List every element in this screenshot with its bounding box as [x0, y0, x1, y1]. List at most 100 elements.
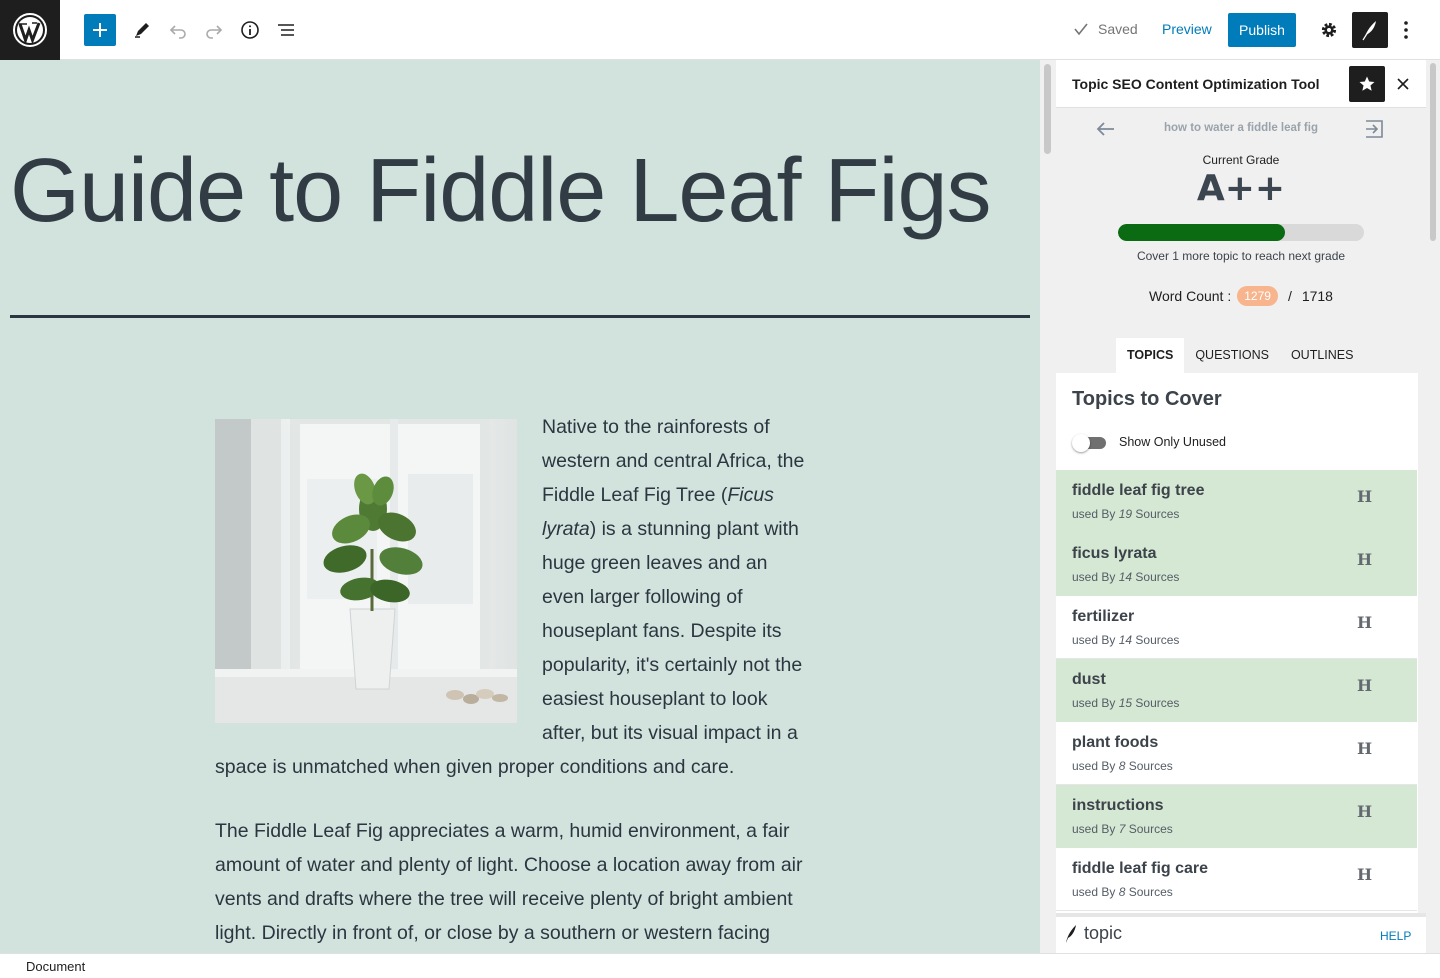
star-icon: [1359, 76, 1375, 91]
sidebar-header: Topic SEO Content Optimization Tool: [1056, 60, 1426, 108]
brand-name: topic: [1084, 923, 1123, 943]
window-plant-illustration: [215, 419, 517, 723]
current-grade-label: Current Grade: [1202, 153, 1280, 167]
source-count: 8: [1118, 885, 1126, 899]
sign-out-icon: [1366, 120, 1383, 138]
scrollbar-thumb[interactable]: [1430, 63, 1436, 241]
topic-row[interactable]: fiddle leaf fig tree used By 19 Sources H: [1056, 470, 1417, 533]
heading-marker-icon[interactable]: H: [1357, 739, 1372, 758]
plus-icon: [93, 23, 107, 37]
topic-plugin-button[interactable]: [1352, 12, 1388, 48]
topic-name: fiddle leaf fig care: [1072, 860, 1209, 877]
close-sidebar-button[interactable]: [1391, 72, 1415, 96]
heading-marker-icon[interactable]: H: [1357, 487, 1372, 506]
sidebar-tabs: TOPICS QUESTIONS OUTLINES: [1116, 338, 1364, 373]
publish-button[interactable]: Publish: [1228, 13, 1296, 47]
sidebar-scrollbar[interactable]: [1426, 60, 1440, 953]
edit-tools-button[interactable]: [126, 14, 158, 46]
toggle-knob: [1072, 434, 1090, 452]
topic-list: fiddle leaf fig tree used By 19 Sources Hf…: [1056, 470, 1417, 911]
used-by-prefix: used By: [1072, 696, 1116, 710]
topic-sources: used By 15 Sources: [1072, 696, 1179, 710]
add-block-button[interactable]: [84, 14, 116, 46]
arrow-left-icon: [1096, 122, 1114, 136]
topic-sources: used By 14 Sources: [1072, 633, 1179, 647]
topic-row[interactable]: plant foods used By 8 Sources H: [1056, 722, 1417, 785]
wordpress-logo-button[interactable]: [0, 0, 60, 60]
topic-sources: used By 8 Sources: [1072, 885, 1173, 899]
info-icon: [241, 21, 259, 39]
tab-questions[interactable]: QUESTIONS: [1184, 338, 1280, 373]
topic-sources: used By 19 Sources: [1072, 507, 1179, 521]
help-link[interactable]: HELP: [1380, 929, 1411, 943]
heading-marker-icon[interactable]: H: [1357, 550, 1372, 569]
topic-row[interactable]: dust used By 15 Sources H: [1056, 659, 1417, 722]
topic-sources: used By 7 Sources: [1072, 822, 1173, 836]
current-grade: A++: [1196, 168, 1286, 209]
separator-block[interactable]: [10, 315, 1030, 318]
topic-name: dust: [1072, 671, 1106, 688]
topic-sources: used By 8 Sources: [1072, 759, 1173, 773]
canvas-scrollbar[interactable]: [1040, 60, 1056, 953]
undo-icon: [169, 25, 186, 39]
wordpress-icon: [13, 13, 47, 47]
topic-row[interactable]: fertilizer used By 14 Sources H: [1056, 596, 1417, 659]
grade-progress-bar: [1118, 224, 1364, 241]
breadcrumb-document[interactable]: Document: [26, 959, 85, 974]
heading-marker-icon[interactable]: H: [1357, 613, 1372, 632]
feather-icon: [1362, 21, 1376, 41]
paragraph-block[interactable]: The Fiddle Leaf Fig appreciates a warm, …: [215, 814, 815, 950]
topic-name: ficus lyrata: [1072, 545, 1157, 562]
back-button[interactable]: [1094, 116, 1118, 145]
gear-icon: [1321, 22, 1337, 38]
sources-suffix: Sources: [1135, 570, 1180, 584]
topic-name: fertilizer: [1072, 608, 1135, 625]
topic-name: plant foods: [1072, 734, 1159, 751]
editor-canvas: Guide to Fiddle Leaf Figs Native to the …: [0, 60, 1040, 953]
sources-suffix: Sources: [1128, 885, 1173, 899]
topic-brand: topic: [1064, 923, 1122, 944]
heading-marker-icon[interactable]: H: [1357, 865, 1372, 884]
scrollbar-thumb[interactable]: [1044, 64, 1051, 154]
list-view-button[interactable]: [270, 14, 302, 46]
topic-name: instructions: [1072, 797, 1164, 814]
word-count-target: 1718: [1301, 288, 1333, 304]
redo-button[interactable]: [198, 14, 230, 46]
grade-hint: Cover 1 more topic to reach next grade: [1136, 249, 1346, 263]
options-button[interactable]: [1390, 14, 1422, 46]
fiddle-leaf-fig-image[interactable]: [215, 419, 517, 723]
sources-suffix: Sources: [1128, 822, 1173, 836]
settings-button[interactable]: [1313, 14, 1345, 46]
topic-row[interactable]: ficus lyrata used By 14 Sources H: [1056, 533, 1417, 596]
heading-marker-icon[interactable]: H: [1357, 676, 1372, 695]
show-only-unused-toggle[interactable]: [1072, 434, 1106, 452]
topic-row[interactable]: fiddle leaf fig care used By 8 Sources H: [1056, 848, 1417, 911]
used-by-prefix: used By: [1072, 633, 1116, 647]
source-count: 14: [1118, 633, 1133, 647]
exit-keyword-button[interactable]: [1363, 118, 1385, 145]
source-count: 14: [1118, 570, 1133, 584]
used-by-prefix: used By: [1072, 822, 1116, 836]
pin-sidebar-button[interactable]: [1349, 66, 1385, 102]
word-count-label: Word Count :: [1149, 288, 1232, 304]
undo-button[interactable]: [162, 14, 194, 46]
topics-panel: Topics to Cover Show Only Unused fiddle …: [1056, 373, 1418, 913]
topic-sidebar: Topic SEO Content Optimization Tool how …: [1056, 60, 1426, 953]
tab-topics[interactable]: TOPICS: [1116, 338, 1185, 373]
used-by-prefix: used By: [1072, 570, 1116, 584]
check-icon: [1074, 23, 1088, 36]
keyword-row: how to water a fiddle leaf fig: [1056, 116, 1426, 144]
heading-marker-icon[interactable]: H: [1357, 802, 1372, 821]
pencil-icon: [135, 23, 149, 38]
source-count: 7: [1118, 822, 1126, 836]
editor-footer: Document: [0, 953, 1440, 978]
saved-label: Saved: [1098, 21, 1138, 37]
word-count: Word Count : 1279 / 1718: [1056, 286, 1426, 306]
details-button[interactable]: [234, 14, 266, 46]
tab-outlines[interactable]: OUTLINES: [1280, 338, 1365, 373]
topic-row[interactable]: instructions used By 7 Sources H: [1056, 785, 1417, 848]
preview-button[interactable]: Preview: [1162, 21, 1212, 37]
word-count-separator: /: [1287, 288, 1292, 304]
sidebar-footer: topic HELP: [1056, 913, 1426, 953]
post-title[interactable]: Guide to Fiddle Leaf Figs: [10, 140, 992, 243]
